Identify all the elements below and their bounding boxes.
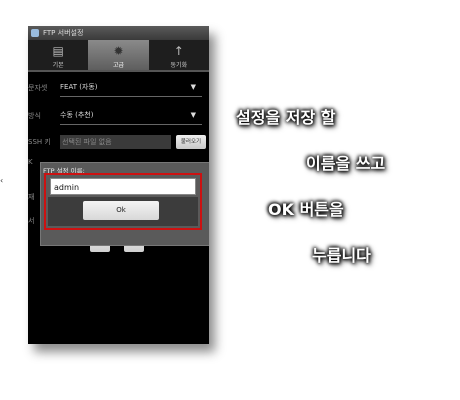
phone-screen: FTP 서버설정 ▤ 기본 ✹ 고급 ↑ 동기화 문자셋 FEAT (자동) ▼… [28, 26, 209, 344]
chevron-down-icon: ▼ [190, 83, 196, 91]
caption-line-4: 누릅니다 [312, 246, 371, 265]
caption-line-2: 이름을 쓰고 [306, 154, 386, 173]
gear-icon: ✹ [113, 44, 124, 58]
mode-label: 방식 [28, 112, 41, 120]
tab-sync[interactable]: ↑ 동기화 [149, 40, 209, 70]
charset-select[interactable]: FEAT (자동) ▼ [60, 78, 202, 97]
caption-line-3: OK 버튼을 [268, 200, 344, 219]
ssh-label: SSH 키 [28, 138, 51, 146]
mode-select[interactable]: 수동 (추천) ▼ [60, 106, 202, 125]
arrow-up-icon: ↑ [173, 44, 184, 58]
ssh-row: SSH 키 선택된 파일 없음 불러오기 [28, 134, 209, 150]
config-name-input[interactable]: admin [50, 178, 196, 195]
ok-button[interactable]: Ok [83, 201, 159, 220]
caption-line-1: 설정을 저장 할 [236, 108, 336, 127]
title-bar: FTP 서버설정 [28, 26, 209, 40]
load-key-button[interactable]: 불러오기 [176, 135, 206, 149]
server-icon: ▤ [52, 44, 64, 58]
dialog-button-bar: Ok [48, 197, 198, 226]
tab-advanced[interactable]: ✹ 고급 [88, 40, 149, 70]
tab-basic-label: 기본 [52, 62, 64, 69]
mode-value: 수동 (추천) [60, 111, 94, 119]
mode-row: 방식 수동 (추천) ▼ [28, 106, 209, 126]
tab-sync-label: 동기화 [170, 62, 188, 69]
edge-mark: ‹ [0, 176, 4, 185]
highlight-box: admin Ok [44, 173, 202, 230]
charset-row: 문자셋 FEAT (자동) ▼ [28, 78, 209, 98]
app-icon [31, 29, 39, 37]
tab-bar: ▤ 기본 ✹ 고급 ↑ 동기화 [28, 40, 209, 72]
chevron-down-icon: ▼ [190, 111, 196, 119]
save-name-dialog: FTP 설정 이름: admin Ok [40, 162, 209, 246]
tab-basic[interactable]: ▤ 기본 [28, 40, 88, 70]
charset-label: 문자셋 [28, 84, 48, 92]
tab-advanced-label: 고급 [112, 62, 125, 69]
ssh-key-field[interactable]: 선택된 파일 없음 [60, 135, 171, 149]
app-title: FTP 서버설정 [43, 29, 84, 37]
charset-value: FEAT (자동) [60, 83, 98, 91]
